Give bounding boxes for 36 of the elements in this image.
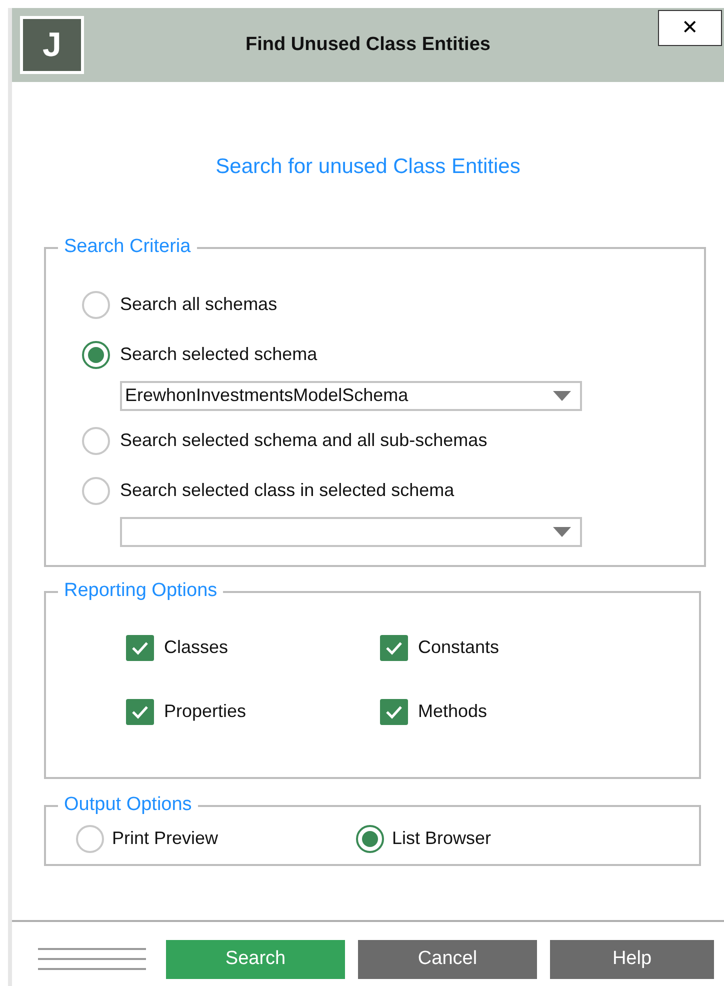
dialog-button[interactable]: Cancel: [358, 940, 537, 978]
checkbox[interactable]: [126, 634, 154, 660]
radio-button[interactable]: [356, 824, 384, 852]
checkmark-icon: [385, 704, 403, 718]
checkbox[interactable]: [126, 698, 154, 724]
checkbox[interactable]: [380, 698, 408, 724]
checkmark-icon: [385, 640, 403, 654]
radio-label: Search selected schema: [120, 343, 318, 366]
dropdown-value: ErewhonInvestmentsModelSchema: [125, 384, 408, 407]
app-logo: J: [20, 16, 84, 74]
radio-button[interactable]: [82, 340, 110, 368]
radio-label: Print Preview: [112, 827, 218, 850]
dialog-heading: Search for unused Class Entities: [214, 154, 522, 180]
checkbox-label: Classes: [164, 636, 228, 659]
checkbox-label: Methods: [418, 700, 488, 723]
dialog-button[interactable]: Help: [550, 940, 714, 978]
radio-button[interactable]: [76, 824, 104, 852]
checkmark-icon: [131, 640, 149, 654]
checkbox-label: Constants: [418, 636, 500, 659]
radio-button[interactable]: [82, 290, 110, 318]
checkbox[interactable]: [380, 634, 408, 660]
radio-label: Search all schemas: [120, 293, 278, 316]
window-title: Find Unused Class Entities: [246, 32, 490, 57]
radio-label: Search selected class in selected schema: [120, 479, 454, 502]
radio-label: List Browser: [392, 827, 492, 850]
grip-lines-icon: [38, 947, 148, 971]
schema-dropdown[interactable]: ErewhonInvestmentsModelSchema: [120, 380, 582, 410]
radio-label: Search selected schema and all sub-schemas: [120, 429, 488, 452]
radio-button[interactable]: [82, 426, 110, 454]
close-button[interactable]: ✕: [658, 10, 722, 46]
checkbox-label: Properties: [164, 700, 246, 723]
radio-button[interactable]: [82, 476, 110, 504]
dropdown-arrow-icon: [553, 526, 571, 536]
dropdown-arrow-icon: [553, 390, 571, 400]
checkmark-icon: [131, 704, 149, 718]
dialog-button[interactable]: Search: [166, 940, 345, 978]
